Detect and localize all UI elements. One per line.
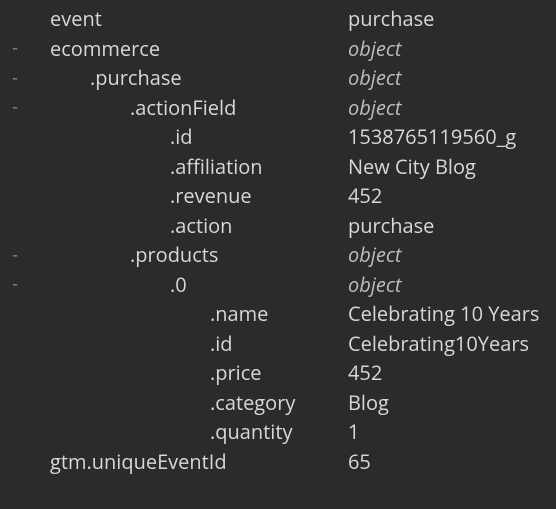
tree-key[interactable]: gtm.uniqueEventId: [30, 448, 227, 475]
tree-row: .affiliation New City Blog: [0, 152, 556, 182]
tree-value: Celebrating10Years: [348, 330, 529, 357]
tree-key[interactable]: .id: [30, 330, 233, 357]
collapse-toggle[interactable]: -: [0, 246, 30, 264]
tree-value: object: [348, 271, 401, 298]
tree-key[interactable]: .actionField: [30, 94, 236, 121]
tree-key[interactable]: .products: [30, 241, 218, 268]
tree-row: .revenue 452: [0, 181, 556, 211]
tree-key[interactable]: event: [30, 5, 102, 32]
tree-row: -.actionField object: [0, 93, 556, 123]
collapse-toggle[interactable]: -: [0, 69, 30, 87]
tree-key[interactable]: .quantity: [30, 418, 292, 445]
tree-row: -.purchase object: [0, 63, 556, 93]
collapse-toggle[interactable]: -: [0, 98, 30, 116]
tree-value: purchase: [348, 5, 434, 32]
tree-value: object: [348, 35, 401, 62]
tree-value: New City Blog: [348, 153, 476, 180]
tree-value: 65: [348, 448, 371, 475]
tree-value: object: [348, 64, 401, 91]
tree-value: 1538765119560_g: [348, 123, 516, 150]
tree-value: object: [348, 94, 401, 121]
tree-row: .id Celebrating10Years: [0, 329, 556, 359]
tree-row: event purchase: [0, 4, 556, 34]
tree-row: -ecommerce object: [0, 34, 556, 64]
tree-row: .quantity 1: [0, 417, 556, 447]
tree-key[interactable]: .id: [30, 123, 193, 150]
data-layer-tree: eventpurchase-ecommerceobject-.purchaseo…: [0, 0, 556, 509]
tree-key[interactable]: ecommerce: [30, 35, 160, 62]
collapse-toggle[interactable]: -: [0, 39, 30, 57]
tree-row: .action purchase: [0, 211, 556, 241]
tree-row: gtm.uniqueEventId 65: [0, 447, 556, 477]
tree-row: .category Blog: [0, 388, 556, 418]
tree-row: .name Celebrating 10 Years: [0, 299, 556, 329]
tree-value: 1: [348, 418, 359, 445]
tree-row: -.0 object: [0, 270, 556, 300]
tree-row: -.products object: [0, 240, 556, 270]
tree-value: object: [348, 241, 401, 268]
collapse-toggle[interactable]: -: [0, 275, 30, 293]
tree-key[interactable]: .revenue: [30, 182, 252, 209]
tree-value: purchase: [348, 212, 434, 239]
tree-key[interactable]: .price: [30, 359, 262, 386]
tree-key[interactable]: .purchase: [30, 64, 182, 91]
tree-row: .id 1538765119560_g: [0, 122, 556, 152]
tree-value: Celebrating 10 Years: [348, 300, 539, 327]
tree-key[interactable]: .action: [30, 212, 232, 239]
tree-key[interactable]: .name: [30, 300, 268, 327]
tree-key[interactable]: .category: [30, 389, 295, 416]
tree-value: 452: [348, 359, 382, 386]
tree-key[interactable]: .affiliation: [30, 153, 263, 180]
tree-row: .price 452: [0, 358, 556, 388]
tree-value: 452: [348, 182, 382, 209]
tree-value: Blog: [348, 389, 389, 416]
tree-key[interactable]: .0: [30, 271, 187, 298]
